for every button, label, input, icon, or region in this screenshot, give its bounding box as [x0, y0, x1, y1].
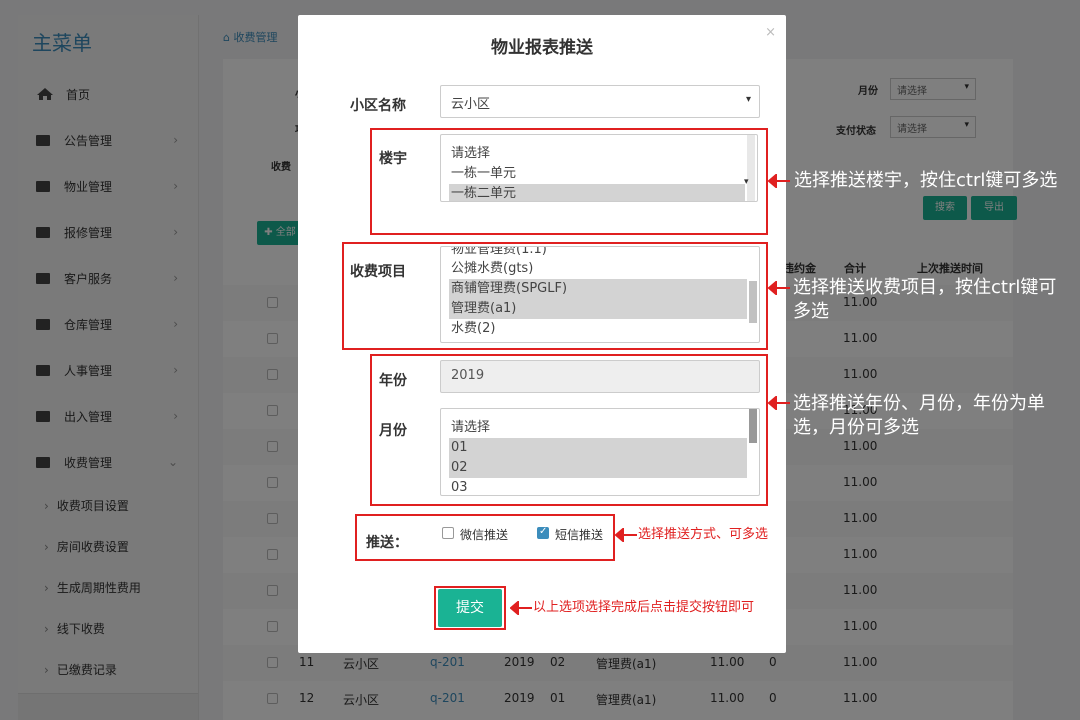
arrow-icon: [768, 396, 790, 410]
annotation-building: 选择推送楼宇，按住ctrl键可多选: [794, 170, 1058, 191]
modal-title: 物业报表推送: [491, 38, 593, 58]
highlight-box-fee: [342, 242, 768, 350]
highlight-box-push: [355, 514, 615, 561]
push-report-modal: 物业报表推送 × 小区名称 云小区 楼宇 请选择 一栋一单元 一栋二单元 ▾ 收…: [298, 15, 786, 653]
community-value: 云小区: [451, 97, 491, 112]
arrow-icon: [768, 174, 790, 188]
annotation-year-month: 选择推送年份、月份，年份为单选，月份可多选: [793, 393, 1045, 438]
community-select[interactable]: 云小区: [440, 85, 760, 118]
annotation-submit: 以上选项选择完成后点击提交按钮即可: [533, 600, 755, 615]
annotation-push: 选择推送方式、可多选: [638, 527, 769, 542]
annotation-fee: 选择推送收费项目，按住ctrl键可多选: [793, 277, 1057, 322]
arrow-icon: [510, 601, 532, 615]
close-icon[interactable]: ×: [765, 25, 776, 40]
arrow-icon: [615, 528, 637, 542]
highlight-box-year-month: [370, 354, 768, 506]
arrow-icon: [768, 281, 790, 295]
highlight-box-submit: [434, 586, 506, 630]
community-label: 小区名称: [350, 98, 406, 114]
highlight-box-building: [370, 128, 768, 235]
